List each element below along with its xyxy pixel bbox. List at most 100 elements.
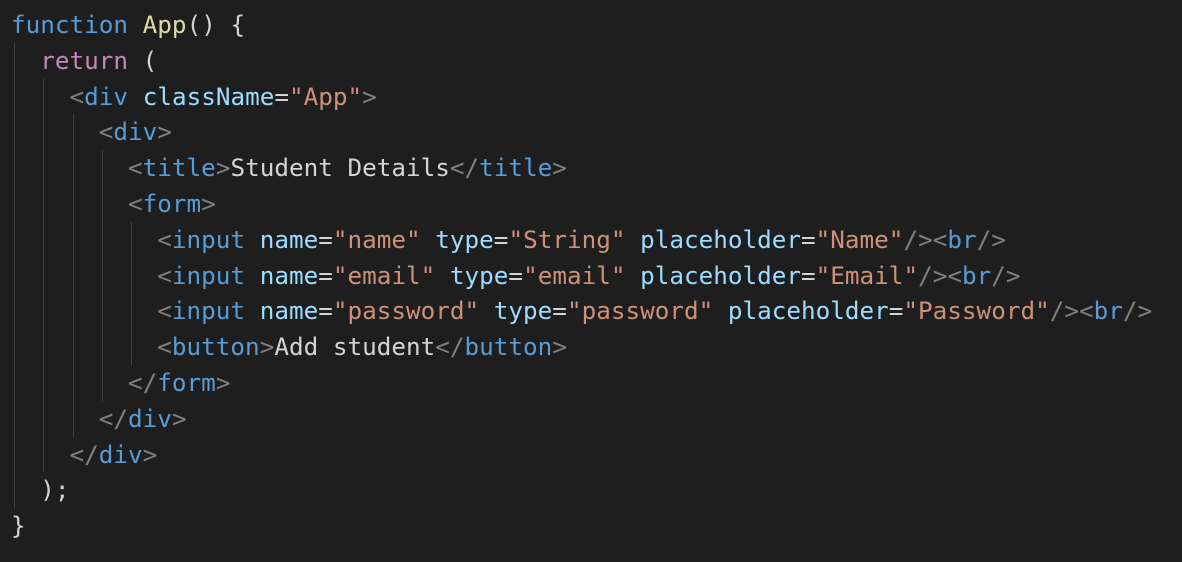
code-token-punct: < — [128, 153, 143, 183]
code-token-tag: input — [171, 296, 246, 326]
code-token-tag: button — [464, 332, 553, 362]
code-token-punct: </ — [435, 332, 465, 362]
code-line[interactable]: </form> — [11, 365, 1152, 401]
code-token-tag: div — [98, 439, 143, 469]
code-token-punct: > — [157, 117, 172, 147]
code-token-tag: div — [113, 117, 158, 147]
code-token-string: "Email" — [815, 260, 919, 290]
code-token-plain: = — [552, 296, 567, 326]
code-token-punct: > — [142, 439, 158, 469]
code-token-punct: /> — [1122, 296, 1153, 326]
code-token-tag: title — [479, 153, 553, 183]
code-token-plain: = — [318, 224, 333, 254]
code-token-punct: < — [157, 296, 172, 326]
code-token-punct: </ — [449, 153, 480, 183]
code-token-string: "App" — [288, 81, 363, 111]
code-line[interactable]: <form> — [11, 186, 1152, 222]
code-token-string: "email" — [332, 260, 436, 290]
code-token-tag: input — [171, 260, 246, 290]
code-token-punct: > — [552, 332, 567, 362]
code-token-punct: </ — [128, 367, 158, 397]
code-line[interactable]: <input name="password" type="password" p… — [11, 293, 1152, 329]
code-line[interactable]: <div className="App"> — [11, 79, 1152, 115]
code-token-punct: /> — [991, 260, 1021, 290]
code-token-punct: </ — [69, 439, 99, 469]
code-token-tag: br — [947, 224, 977, 254]
code-token-punct: < — [157, 260, 172, 290]
code-token-text: Student Details — [230, 153, 450, 183]
code-token-plain: ); — [40, 475, 70, 505]
code-token-tag: title — [142, 153, 216, 183]
code-line[interactable]: function App() { — [11, 7, 1152, 43]
code-token-punct: < — [128, 188, 143, 218]
code-line[interactable]: <button>Add student</button> — [11, 329, 1152, 365]
code-line[interactable]: </div> — [11, 401, 1152, 437]
code-line[interactable]: </div> — [11, 437, 1152, 473]
code-line[interactable]: } — [11, 508, 1152, 544]
code-token-attr: name — [259, 296, 319, 326]
code-line[interactable]: <input name="name" type="String" placeho… — [11, 222, 1152, 258]
code-token-punct: />< — [903, 224, 948, 254]
code-token-plain: = — [801, 260, 816, 290]
code-token-tag: input — [171, 224, 246, 254]
code-token-tag: br — [1093, 296, 1123, 326]
code-token-punct: > — [362, 81, 377, 111]
code-token-punct: />< — [1049, 296, 1094, 326]
code-token-punct: />< — [918, 260, 962, 290]
code-token-plain: = — [318, 260, 333, 290]
code-token-text: Add student — [274, 332, 436, 362]
code-line[interactable]: <title>Student Details</title> — [11, 150, 1152, 186]
code-editor[interactable]: function App() { return ( <div className… — [0, 0, 1182, 562]
code-token-control: return — [40, 45, 129, 75]
code-token-punct: /> — [976, 224, 1006, 254]
code-token-punct: > — [201, 188, 216, 218]
code-token-string: "password" — [332, 296, 480, 326]
code-token-string: "Password" — [903, 296, 1050, 326]
code-line[interactable]: <input name="email" type="email" placeho… — [11, 258, 1152, 294]
code-token-punct: > — [215, 367, 231, 397]
code-token-punct: > — [259, 332, 275, 362]
code-token-punct: > — [215, 153, 231, 183]
code-token-string: "String" — [508, 224, 626, 254]
code-token-plain: = — [318, 296, 333, 326]
code-line[interactable]: return ( — [11, 43, 1152, 79]
code-line[interactable]: ); — [11, 472, 1152, 508]
code-token-plain: } — [11, 511, 26, 541]
code-token-attr: type — [493, 296, 553, 326]
code-token-attr: name — [259, 260, 319, 290]
code-block[interactable]: function App() { return ( <div className… — [11, 7, 1152, 544]
code-token-plain: ( — [128, 45, 158, 75]
code-token-tag: form — [157, 367, 216, 397]
code-line[interactable]: <div> — [11, 114, 1152, 150]
code-token-tag: br — [961, 260, 992, 290]
code-token-attr: placeholder — [640, 260, 802, 290]
code-token-attr: placeholder — [640, 224, 802, 254]
code-token-tag: button — [171, 332, 260, 362]
code-token-function: App — [142, 10, 187, 39]
code-token-string: "Name" — [815, 224, 904, 254]
code-token-string: "password" — [566, 296, 714, 326]
code-token-attr: placeholder — [727, 296, 889, 326]
code-token-attr: name — [259, 224, 319, 254]
code-token-attr: type — [435, 224, 494, 254]
code-token-attr: className — [142, 81, 275, 111]
